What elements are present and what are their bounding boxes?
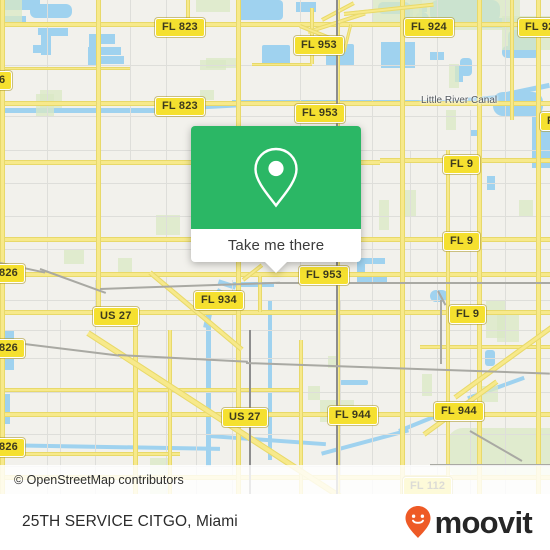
road-shield: FL 823 xyxy=(155,97,205,116)
take-me-there-button[interactable]: Take me there xyxy=(191,229,361,262)
road-shield: 826 xyxy=(0,264,25,283)
road-shield: 826 xyxy=(0,438,25,457)
location-pin-icon xyxy=(254,147,298,208)
road-shield: FL 9 xyxy=(443,232,481,251)
moovit-wordmark: moovit xyxy=(434,504,533,540)
map-canvas[interactable]: FL 823 FL 924 FL 92 6 FL 953 FL 823 FL 953 Litt… xyxy=(0,0,550,494)
road-shield: FL xyxy=(540,112,550,131)
road-shield: FL 953 xyxy=(299,266,349,285)
popup-tail xyxy=(265,262,287,273)
road-shield: US 27 xyxy=(222,408,268,427)
road-shield: FL 924 xyxy=(404,18,454,37)
road-shield: FL 944 xyxy=(434,402,484,421)
road-shield: FL 953 xyxy=(295,104,345,123)
road-shield: FL 92 xyxy=(518,18,550,37)
map-water-label: Little River Canal xyxy=(421,95,498,106)
road-shield: FL 944 xyxy=(328,406,378,425)
map-screen: FL 823 FL 924 FL 92 6 FL 953 FL 823 FL 953 Litt… xyxy=(0,0,550,550)
road-shield: FL 953 xyxy=(294,36,344,55)
road-shield: 826 xyxy=(0,339,25,358)
road-shield: FL 823 xyxy=(155,18,205,37)
road-shield: US 27 xyxy=(93,307,139,326)
destination-popup[interactable]: Take me there xyxy=(191,126,361,273)
road-shield: FL 9 xyxy=(443,155,481,174)
take-me-there-label: Take me there xyxy=(227,237,325,254)
road-shield: FL 934 xyxy=(194,291,244,310)
moovit-logo[interactable]: moovit xyxy=(404,504,533,540)
road-shield: 6 xyxy=(0,71,13,90)
place-title: 25TH SERVICE CITGO, Miami xyxy=(22,513,238,530)
road-shield: FL 9 xyxy=(449,305,487,324)
moovit-pin-icon xyxy=(405,506,431,538)
popup-pin-area xyxy=(191,126,361,229)
osm-attribution-text[interactable]: © OpenStreetMap contributors xyxy=(0,473,184,487)
map-attribution-bar: © OpenStreetMap contributors xyxy=(0,465,550,494)
footer-bar: 25TH SERVICE CITGO, Miami moovit xyxy=(0,494,550,550)
